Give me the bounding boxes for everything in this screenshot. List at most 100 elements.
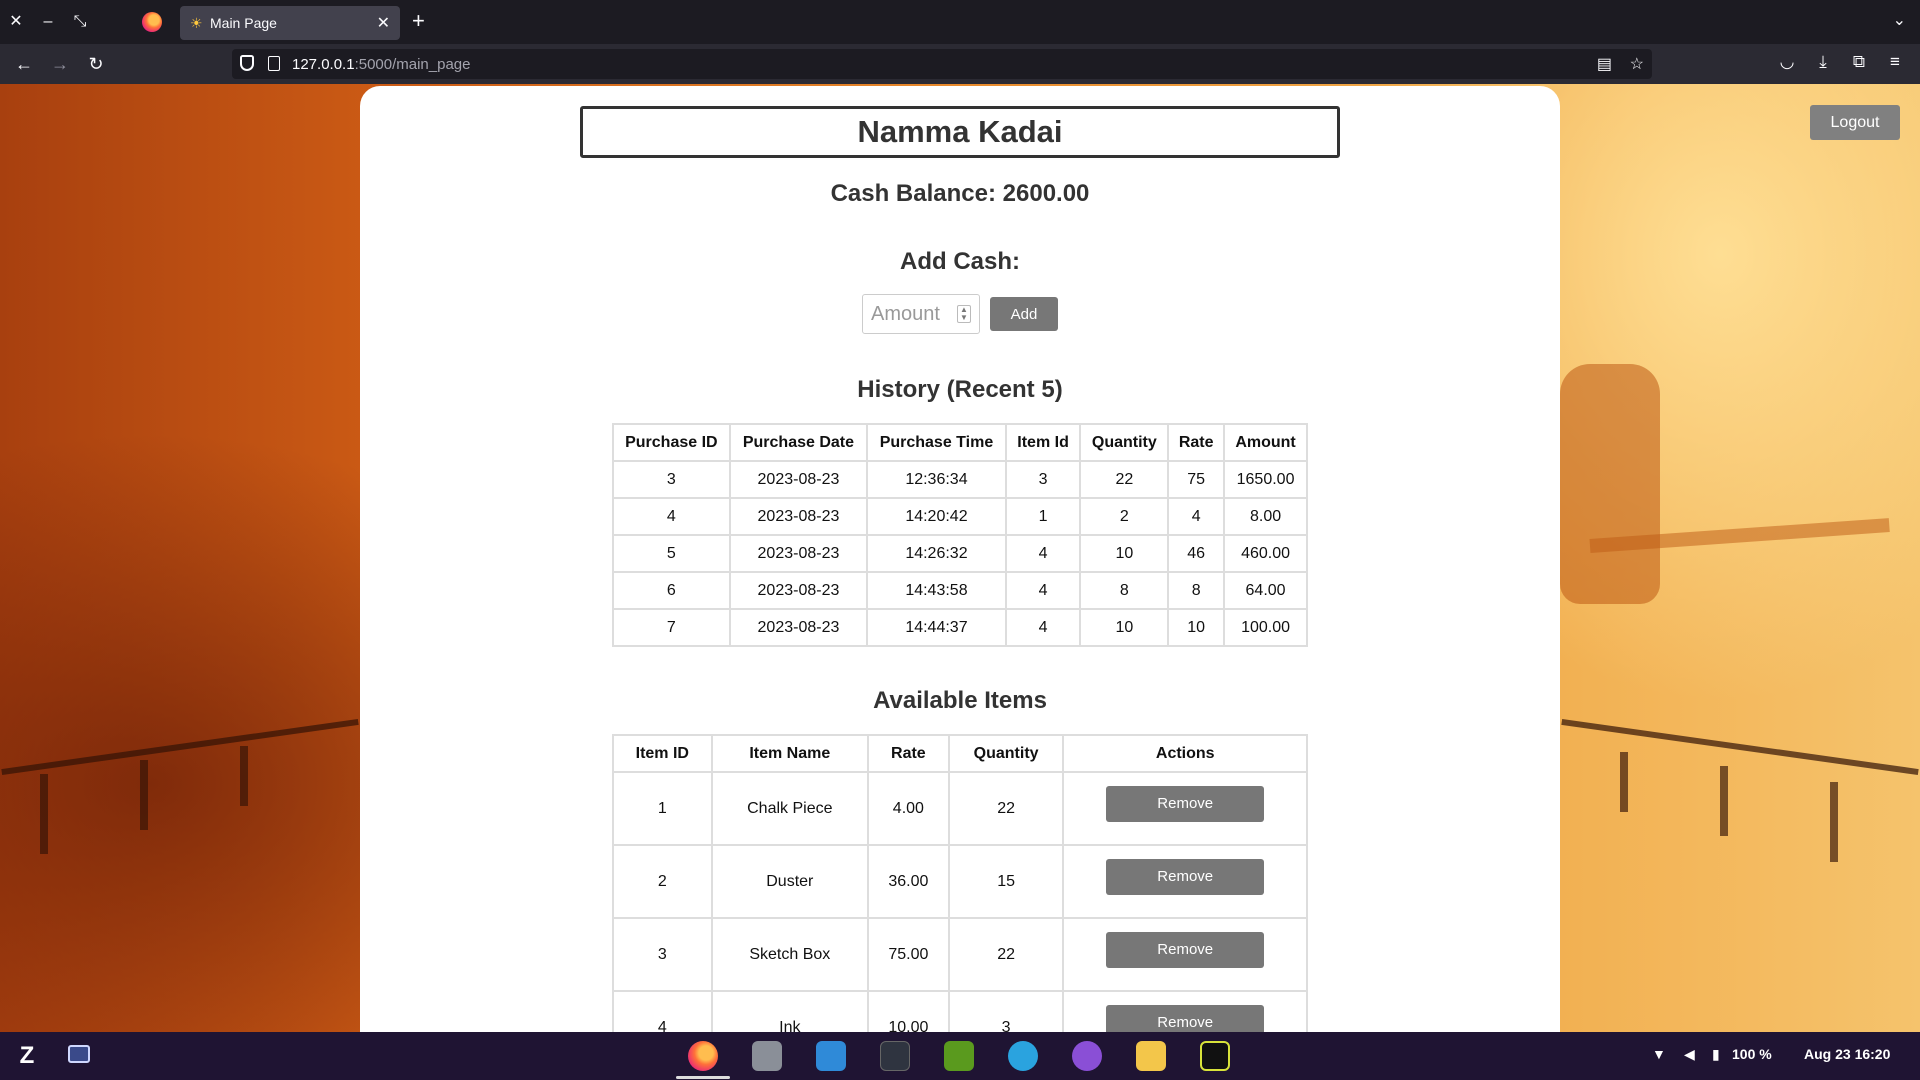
workspaces-icon[interactable] (68, 1045, 90, 1063)
volume-icon[interactable]: ◀ (1684, 1046, 1695, 1063)
github-icon[interactable] (1072, 1041, 1102, 1071)
firefox-running-indicator (676, 1076, 730, 1079)
url-text[interactable]: 127.0.0.1:5000/main_page (292, 56, 471, 73)
items-col-header: Item Name (710, 734, 869, 773)
tab-main-page[interactable]: ☀ Main Page ✕ (180, 6, 400, 40)
wallpaper-post (140, 760, 148, 830)
history-cell: 3 (612, 460, 731, 499)
url-bar[interactable]: 127.0.0.1:5000/main_page ▤ ☆ (232, 49, 1652, 79)
back-icon[interactable]: ← (12, 52, 36, 76)
history-cell: 8 (1167, 571, 1226, 610)
history-cell: 8 (1079, 571, 1170, 610)
text-editor-icon[interactable] (1136, 1041, 1166, 1071)
history-col-header: Rate (1167, 423, 1226, 462)
item-cell: 15 (947, 844, 1065, 919)
telegram-icon[interactable] (1008, 1041, 1038, 1071)
new-tab-icon[interactable]: + (412, 8, 425, 34)
add-cash-button[interactable]: Add (990, 297, 1058, 331)
items-col-header: Actions (1062, 734, 1308, 773)
pycharm-icon[interactable] (1200, 1041, 1230, 1071)
history-cell: 460.00 (1223, 534, 1308, 573)
firefox-tab-icon[interactable] (142, 12, 162, 32)
item-cell: 36.00 (866, 844, 950, 919)
reload-icon[interactable]: ↻ (84, 52, 108, 76)
history-cell: 6 (612, 571, 731, 610)
history-heading: History (Recent 5) (857, 376, 1063, 403)
item-cell: Ink (710, 990, 869, 1032)
item-cell: 2 (612, 844, 713, 919)
battery-icon[interactable]: ▮ (1712, 1046, 1720, 1063)
history-col-header: Quantity (1079, 423, 1170, 462)
menu-icon[interactable]: ≡ (1883, 52, 1907, 72)
store-icon[interactable] (816, 1041, 846, 1071)
item-cell: Sketch Box (710, 917, 869, 992)
pocket-icon[interactable]: ◡ (1775, 52, 1799, 72)
url-path: :5000/main_page (354, 56, 471, 73)
wallpaper-post (240, 746, 248, 806)
history-header-row: Purchase ID Purchase Date Purchase Time … (612, 423, 1308, 462)
item-row: 2 Duster 36.00 15 Remove (612, 844, 1308, 919)
history-cell: 12:36:34 (866, 460, 1007, 499)
history-cell: 7 (612, 608, 731, 647)
history-cell: 8.00 (1223, 497, 1308, 536)
items-header-row: Item ID Item Name Rate Quantity Actions (612, 734, 1308, 773)
wallpaper-post (1830, 782, 1838, 862)
list-tabs-icon[interactable]: ⌄ (1893, 10, 1906, 30)
window-minimize-icon[interactable]: – (38, 10, 58, 34)
history-cell: 4 (1004, 608, 1082, 647)
bookmark-star-icon[interactable]: ☆ (1630, 54, 1644, 74)
available-items-heading: Available Items (873, 687, 1047, 714)
page-info-icon[interactable] (268, 56, 280, 71)
downloads-icon[interactable]: ⤓ (1811, 52, 1835, 72)
zorin-menu-icon[interactable]: Z (12, 1041, 42, 1071)
extensions-icon[interactable]: ⧉ (1847, 52, 1871, 72)
history-col-header: Purchase Date (728, 423, 869, 462)
item-cell: 4.00 (866, 771, 950, 846)
forward-icon[interactable]: → (48, 52, 72, 76)
brand-title: Namma Kadai (580, 106, 1340, 158)
history-cell: 5 (612, 534, 731, 573)
browser-toolbar: ← → ↻ 127.0.0.1:5000/main_page ▤ ☆ ◡ ⤓ ⧉… (0, 44, 1920, 84)
history-col-header: Purchase ID (612, 423, 731, 462)
history-cell: 1 (1004, 497, 1082, 536)
wallpaper-rail-left (1, 718, 359, 776)
history-row: 7 2023-08-23 14:44:37 4 10 10 100.00 (612, 608, 1308, 647)
remove-button[interactable]: Remove (1106, 1005, 1265, 1032)
reader-view-icon[interactable]: ▤ (1597, 54, 1612, 74)
history-col-header: Item Id (1004, 423, 1082, 462)
history-table: Purchase ID Purchase Date Purchase Time … (612, 423, 1308, 647)
history-cell: 2023-08-23 (728, 571, 869, 610)
history-cell: 2023-08-23 (728, 497, 869, 536)
window-close-icon[interactable]: ✕ (6, 10, 26, 34)
window-restore-icon[interactable]: ⤡ (70, 10, 90, 34)
remove-button[interactable]: Remove (1106, 859, 1265, 895)
history-cell: 10 (1167, 608, 1226, 647)
os-taskbar: Z ▼ ◀ ▮ 100 % Aug 23 16:20 (0, 1032, 1920, 1080)
files-icon[interactable] (752, 1041, 782, 1071)
history-cell: 4 (1004, 571, 1082, 610)
terminal-icon[interactable] (880, 1041, 910, 1071)
item-row: 4 Ink 10.00 3 Remove (612, 990, 1308, 1032)
cash-balance: Cash Balance: 2600.00 (830, 180, 1090, 207)
tab-title: Main Page (210, 15, 277, 31)
wallpaper-post (1620, 752, 1628, 812)
item-row: 3 Sketch Box 75.00 22 Remove (612, 917, 1308, 992)
items-col-header: Item ID (612, 734, 713, 773)
remove-button[interactable]: Remove (1106, 932, 1265, 968)
remove-button[interactable]: Remove (1106, 786, 1265, 822)
amount-spinner-icon[interactable]: ▲ ▼ (957, 305, 971, 323)
items-table: Item ID Item Name Rate Quantity Actions … (612, 734, 1308, 1032)
nvidia-icon[interactable] (944, 1041, 974, 1071)
history-cell: 10 (1079, 608, 1170, 647)
tab-close-icon[interactable]: ✕ (377, 13, 390, 33)
history-cell: 2 (1079, 497, 1170, 536)
logout-button[interactable]: Logout (1810, 105, 1900, 140)
clock[interactable]: Aug 23 16:20 (1804, 1046, 1890, 1062)
history-cell: 14:43:58 (866, 571, 1007, 610)
history-row: 4 2023-08-23 14:20:42 1 2 4 8.00 (612, 497, 1308, 536)
wifi-icon[interactable]: ▼ (1652, 1046, 1666, 1062)
tracking-shield-icon[interactable] (240, 55, 254, 71)
firefox-icon[interactable] (688, 1041, 718, 1071)
history-cell: 1650.00 (1223, 460, 1308, 499)
item-cell: 3 (612, 917, 713, 992)
